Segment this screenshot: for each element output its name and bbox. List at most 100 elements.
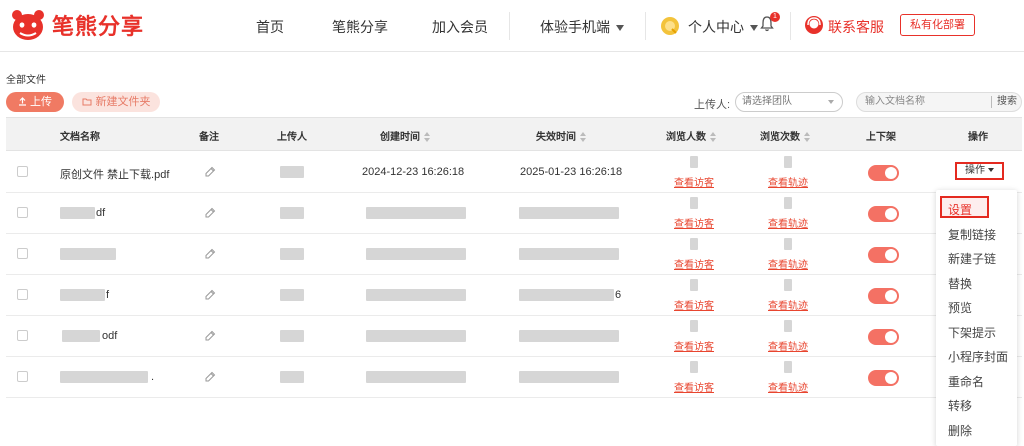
col-visitors-sort[interactable]: 浏览人数 — [666, 128, 717, 143]
view-visitors-link[interactable]: 查看访客 — [674, 256, 714, 271]
new-folder-label: 新建文件夹 — [95, 96, 151, 108]
menu-item-settings[interactable]: 设置 — [948, 201, 972, 218]
actions-button-label: 操作 — [965, 165, 985, 176]
upload-button[interactable]: 上传 — [6, 92, 64, 112]
search-input[interactable]: 输入文档名称 搜索 — [856, 92, 1022, 112]
redacted-view-count — [784, 197, 792, 209]
private-deploy-button[interactable]: 私有化部署 — [900, 14, 975, 36]
created-time: 2024-12-23 16:26:18 — [362, 166, 465, 178]
menu-item-unlist-notice[interactable]: 下架提示 — [948, 324, 996, 341]
menu-item-copy-link[interactable]: 复制链接 — [948, 226, 996, 243]
menu-item-transfer[interactable]: 转移 — [948, 397, 972, 414]
view-track-link[interactable]: 查看轨迹 — [768, 297, 808, 312]
file-name-link[interactable]: 原创文件 禁止下载.pdf — [60, 166, 169, 182]
edit-note-icon[interactable] — [205, 371, 216, 382]
redacted-uploader — [280, 207, 304, 219]
view-visitors-link[interactable]: 查看访客 — [674, 215, 714, 230]
nav-membership[interactable]: 加入会员 — [432, 17, 488, 37]
nav-home[interactable]: 首页 — [256, 17, 284, 37]
edit-note-icon[interactable] — [205, 330, 216, 341]
brand-logo[interactable]: 笔熊分享 — [10, 8, 144, 42]
user-center-menu[interactable]: 个人中心 — [688, 17, 758, 37]
table-row: df 查看访客 查看轨迹 — [6, 193, 1022, 234]
redacted-visitor-count — [690, 156, 698, 168]
col-views-sort[interactable]: 浏览次数 — [760, 128, 811, 143]
listing-toggle[interactable] — [868, 165, 899, 181]
listing-toggle[interactable] — [868, 329, 899, 345]
team-select[interactable]: 请选择团队 — [735, 92, 843, 112]
row-checkbox[interactable] — [17, 207, 28, 218]
file-name-link[interactable]: . — [151, 371, 154, 383]
sort-icon — [424, 132, 431, 143]
view-visitors-link[interactable]: 查看访客 — [674, 338, 714, 353]
breadcrumb[interactable]: 全部文件 — [6, 71, 46, 86]
chevron-down-icon — [750, 25, 758, 32]
menu-item-miniprogram-cover[interactable]: 小程序封面 — [948, 348, 1008, 365]
col-expires-sort[interactable]: 失效时间 — [536, 128, 587, 143]
contact-support-link[interactable]: 联系客服 — [828, 17, 884, 37]
nav-share[interactable]: 笔熊分享 — [332, 17, 388, 37]
redacted-filename — [62, 330, 100, 342]
menu-item-new-sublink[interactable]: 新建子链 — [948, 250, 996, 267]
redacted-filename — [60, 248, 116, 260]
edit-note-icon[interactable] — [205, 166, 216, 177]
col-uploader: 上传人 — [277, 132, 307, 143]
redacted-created-time — [366, 248, 466, 260]
table-row: 查看访客 查看轨迹 — [6, 234, 1022, 275]
row-checkbox[interactable] — [17, 289, 28, 300]
edit-note-icon[interactable] — [205, 289, 216, 300]
view-track-link[interactable]: 查看轨迹 — [768, 215, 808, 230]
bear-logo-icon — [12, 10, 44, 40]
menu-item-replace[interactable]: 替换 — [948, 275, 972, 292]
listing-toggle[interactable] — [868, 370, 899, 386]
redacted-created-time — [366, 207, 466, 219]
redacted-visitor-count — [690, 238, 698, 250]
view-track-link[interactable]: 查看轨迹 — [768, 338, 808, 353]
redacted-expire-time — [519, 248, 619, 260]
view-track-link[interactable]: 查看轨迹 — [768, 174, 808, 189]
edit-note-icon[interactable] — [205, 207, 216, 218]
nav-mobile[interactable]: 体验手机端 — [540, 17, 624, 37]
team-select-placeholder: 请选择团队 — [742, 96, 792, 107]
listing-toggle[interactable] — [868, 206, 899, 222]
redacted-expire-time — [519, 207, 619, 219]
redacted-visitor-count — [690, 197, 698, 209]
uploader-filter-label: 上传人: — [694, 99, 731, 111]
expire-time: 2025-01-23 16:26:18 — [520, 166, 623, 178]
row-checkbox[interactable] — [17, 166, 28, 177]
row-checkbox[interactable] — [17, 330, 28, 341]
view-visitors-link[interactable]: 查看访客 — [674, 174, 714, 189]
col-created-sort[interactable]: 创建时间 — [380, 128, 431, 143]
view-track-link[interactable]: 查看轨迹 — [768, 256, 808, 271]
table-row: f 6 查看访客 查看轨迹 — [6, 275, 1022, 316]
file-name-link[interactable]: odf — [102, 330, 117, 342]
redacted-visitor-count — [690, 361, 698, 373]
redacted-view-count — [784, 238, 792, 250]
redacted-expire-time — [519, 289, 614, 301]
menu-item-preview[interactable]: 预览 — [948, 299, 972, 316]
listing-toggle[interactable] — [868, 247, 899, 263]
table-row: 原创文件 禁止下载.pdf 2024-12-23 16:26:18 2025-01-… — [6, 152, 1022, 193]
view-visitors-link[interactable]: 查看访客 — [674, 379, 714, 394]
new-folder-button[interactable]: 新建文件夹 — [72, 92, 160, 112]
search-button[interactable]: 搜索 — [991, 96, 1017, 108]
view-visitors-link[interactable]: 查看访客 — [674, 297, 714, 312]
menu-item-delete[interactable]: 删除 — [948, 422, 972, 439]
view-track-link[interactable]: 查看轨迹 — [768, 379, 808, 394]
redacted-view-count — [784, 361, 792, 373]
menu-item-rename[interactable]: 重命名 — [948, 373, 984, 390]
redacted-visitor-count — [690, 279, 698, 291]
redacted-expire-time — [519, 371, 619, 383]
chevron-down-icon — [616, 25, 624, 32]
row-checkbox[interactable] — [17, 248, 28, 259]
nav-divider — [790, 12, 791, 40]
redacted-created-time — [366, 289, 466, 301]
edit-note-icon[interactable] — [205, 248, 216, 259]
user-center-label: 个人中心 — [688, 19, 744, 35]
file-name-link[interactable]: f — [106, 289, 109, 301]
row-checkbox[interactable] — [17, 371, 28, 382]
listing-toggle[interactable] — [868, 288, 899, 304]
file-name-link[interactable]: df — [96, 207, 105, 219]
chevron-down-icon — [988, 168, 994, 173]
actions-button[interactable]: 操作 — [955, 162, 1004, 180]
